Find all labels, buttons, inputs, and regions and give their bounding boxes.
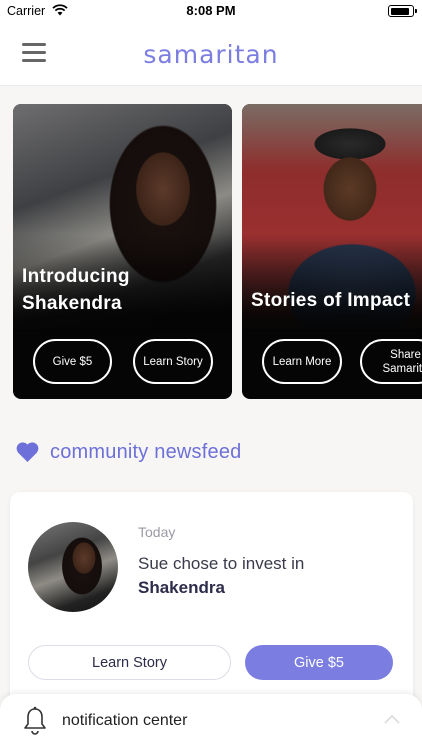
story-card-title: Stories of Impact <box>251 290 411 311</box>
notification-center-bar[interactable]: notification center <box>0 694 422 750</box>
newsfeed-heading: community newsfeed <box>15 437 241 467</box>
feed-timestamp: Today <box>138 524 176 540</box>
chevron-up-icon[interactable] <box>384 714 400 724</box>
feed-text: Sue chose to invest in Shakendra <box>138 552 388 600</box>
give-5-button[interactable]: Give $5 <box>245 645 393 680</box>
share-samaritan-button[interactable]: Share Samarita <box>360 339 422 384</box>
feed-text-name[interactable]: Shakendra <box>138 578 225 597</box>
section-label: community newsfeed <box>50 440 242 463</box>
learn-more-button[interactable]: Learn More <box>262 339 342 384</box>
feed-card: Today Sue chose to invest in Shakendra L… <box>10 492 413 712</box>
app-title: samaritan <box>143 40 279 69</box>
learn-story-button[interactable]: Learn Story <box>28 645 231 680</box>
learn-story-button[interactable]: Learn Story <box>133 339 213 384</box>
notification-center-label: notification center <box>62 712 188 729</box>
story-card-impact[interactable]: Stories of Impact Learn More Share Samar… <box>242 104 422 399</box>
carrier-label: Carrier <box>7 4 46 18</box>
battery-icon <box>388 5 417 17</box>
story-card-title: Introducing Shakendra <box>22 266 130 314</box>
story-carousel[interactable]: Introducing Shakendra Give $5 Learn Stor… <box>0 104 422 400</box>
bell-icon <box>24 706 46 735</box>
nav-bar: samaritan <box>0 22 422 86</box>
avatar[interactable] <box>28 522 118 612</box>
wifi-icon <box>52 4 68 16</box>
heart-icon <box>16 442 39 462</box>
hamburger-menu-icon[interactable] <box>22 43 46 65</box>
give-5-button[interactable]: Give $5 <box>33 339 112 384</box>
status-bar: Carrier 8:08 PM <box>0 0 422 22</box>
story-card-shakendra[interactable]: Introducing Shakendra Give $5 Learn Stor… <box>13 104 232 399</box>
feed-text-prefix: Sue chose to invest in <box>138 554 305 573</box>
